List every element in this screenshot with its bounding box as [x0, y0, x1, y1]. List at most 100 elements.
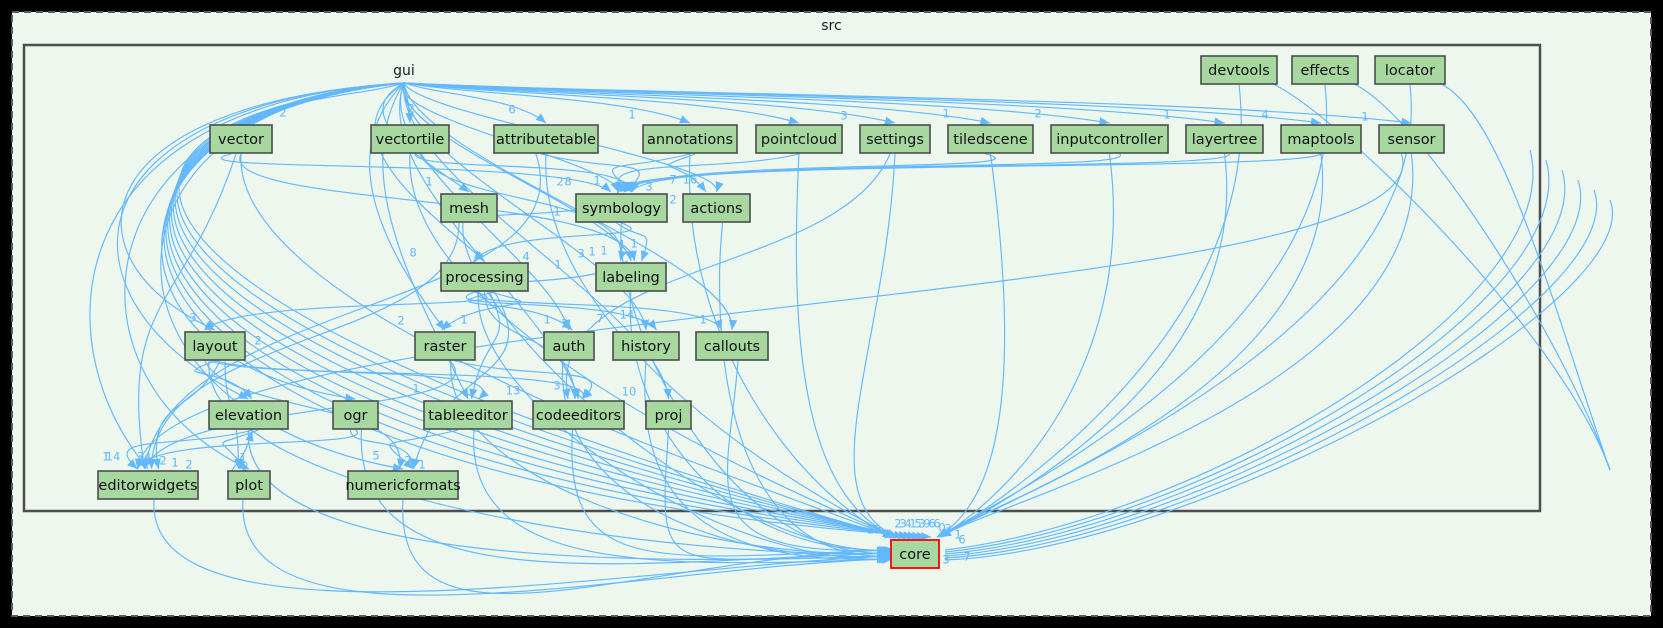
edge-label: 1 — [425, 175, 432, 189]
node-label-layertree: layertree — [1192, 132, 1258, 148]
edge-label: 1 — [588, 245, 595, 259]
node-tiledscene[interactable]: tiledscene — [947, 124, 1034, 154]
node-numericformats[interactable]: numericformats — [345, 470, 461, 500]
node-label-settings: settings — [866, 132, 924, 148]
edge-label: 10 — [622, 385, 637, 399]
node-vectortile[interactable]: vectortile — [370, 124, 450, 154]
node-inputcontroller[interactable]: inputcontroller — [1050, 124, 1169, 154]
edge-label: 1 — [1163, 108, 1170, 122]
node-devtools[interactable]: devtools — [1200, 55, 1278, 85]
node-label-maptools: maptools — [1287, 132, 1354, 148]
node-layout[interactable]: layout — [184, 331, 246, 361]
edge-label: 2 — [669, 193, 676, 207]
node-label-mesh: mesh — [449, 201, 489, 217]
node-label-labeling: labeling — [602, 270, 660, 286]
edge-label: 7 — [596, 312, 603, 326]
node-label-layout: layout — [192, 339, 238, 355]
node-sensor[interactable]: sensor — [1378, 124, 1445, 154]
edge-label: 2 — [404, 454, 411, 468]
node-effects[interactable]: effects — [1291, 55, 1359, 85]
edge-label: 1 — [543, 313, 550, 327]
edge-label: 2 — [185, 458, 192, 472]
node-label-effects: effects — [1300, 63, 1349, 79]
edge-label: 2 — [279, 106, 286, 120]
edge-label: 3 — [840, 109, 847, 123]
edge-label: 34 — [137, 450, 152, 464]
node-symbology[interactable]: symbology — [575, 193, 668, 223]
node-proj[interactable]: proj — [645, 400, 692, 430]
edge-label: 1 — [460, 313, 467, 327]
node-codeeditors[interactable]: codeeditors — [532, 400, 625, 430]
node-editorwidgets[interactable]: editorwidgets — [97, 470, 199, 500]
node-raster[interactable]: raster — [414, 331, 476, 361]
node-pointcloud[interactable]: pointcloud — [755, 124, 843, 154]
edge-label: 2 — [407, 102, 414, 116]
node-core[interactable]: core — [890, 539, 940, 569]
edge-label: 13 — [506, 384, 521, 398]
edge-label: 1 — [1361, 110, 1368, 124]
node-tableeditor[interactable]: tableeditor — [423, 400, 513, 430]
node-label-core: core — [899, 547, 930, 563]
edge-label: 1 — [618, 238, 625, 252]
edge-label: 5 — [372, 449, 379, 463]
node-label-callouts: callouts — [704, 339, 760, 355]
node-attributetable[interactable]: attributetable — [493, 124, 599, 154]
node-label-vector: vector — [218, 132, 264, 148]
edge-label: 3 — [944, 522, 951, 536]
edge-label: 3 — [645, 180, 652, 194]
node-plot[interactable]: plot — [227, 470, 271, 500]
edge-label: 2 — [556, 175, 563, 189]
edge-label: 1 — [699, 313, 706, 327]
node-label-elevation: elevation — [215, 408, 282, 424]
node-processing[interactable]: processing — [440, 262, 529, 292]
edge-label: 1 — [554, 258, 561, 272]
node-label-numericformats: numericformats — [345, 478, 460, 494]
graph-svg: srcgui 2 2 6 1 3 1 2 1 4 11 2 8 1 3 7 16218 4 3 1 1 1 11322 1 1… — [11, 11, 1652, 617]
node-actions[interactable]: actions — [682, 193, 751, 223]
edge-label: 2 — [1034, 107, 1041, 121]
edge-label: 8 — [409, 246, 416, 260]
edge-label: 8 — [564, 175, 571, 189]
node-layertree[interactable]: layertree — [1185, 124, 1264, 154]
edge-label: 4 — [1261, 108, 1268, 122]
node-callouts[interactable]: callouts — [695, 331, 769, 361]
node-mesh[interactable]: mesh — [440, 193, 498, 223]
node-label-devtools: devtools — [1208, 63, 1270, 79]
node-label-editorwidgets: editorwidgets — [98, 478, 197, 494]
node-label-codeeditors: codeeditors — [536, 408, 621, 424]
edge-label: 2 — [254, 334, 261, 348]
edge-label: 6 — [508, 103, 515, 117]
node-label-ogr: ogr — [343, 408, 367, 424]
edge-label: 3 — [189, 311, 196, 325]
edge-label: 7 — [963, 550, 970, 564]
node-elevation[interactable]: elevation — [208, 400, 289, 430]
edge-label: 4 — [522, 250, 529, 264]
edge-label: 1 — [593, 174, 600, 188]
edge-label: 1 — [553, 205, 560, 219]
node-settings[interactable]: settings — [859, 124, 931, 154]
node-annotations[interactable]: annotations — [642, 124, 738, 154]
node-label-symbology: symbology — [582, 201, 661, 217]
node-vector[interactable]: vector — [209, 124, 273, 154]
node-history[interactable]: history — [612, 331, 680, 361]
edge-label: 14 — [620, 308, 635, 322]
node-label-actions: actions — [690, 201, 742, 217]
node-locator[interactable]: locator — [1374, 55, 1446, 85]
edge-label: 2 — [397, 314, 404, 328]
edge-label: 1 — [418, 458, 425, 472]
node-labeling[interactable]: labeling — [595, 262, 667, 292]
cluster-label-gui: gui — [393, 63, 415, 79]
edge-label: 1 — [942, 107, 949, 121]
edge-label: 16 — [683, 173, 698, 187]
edge-label: 1 — [628, 108, 635, 122]
edge-label: 1 — [171, 456, 178, 470]
edge-label: 1 — [412, 382, 419, 396]
edge-label: 1 — [600, 244, 607, 258]
cluster-label-src: src — [821, 18, 841, 34]
node-label-proj: proj — [655, 408, 683, 424]
node-auth[interactable]: auth — [543, 331, 595, 361]
node-maptools[interactable]: maptools — [1280, 124, 1362, 154]
node-ogr[interactable]: ogr — [332, 400, 379, 430]
node-label-history: history — [621, 339, 671, 355]
node-label-processing: processing — [445, 270, 523, 286]
